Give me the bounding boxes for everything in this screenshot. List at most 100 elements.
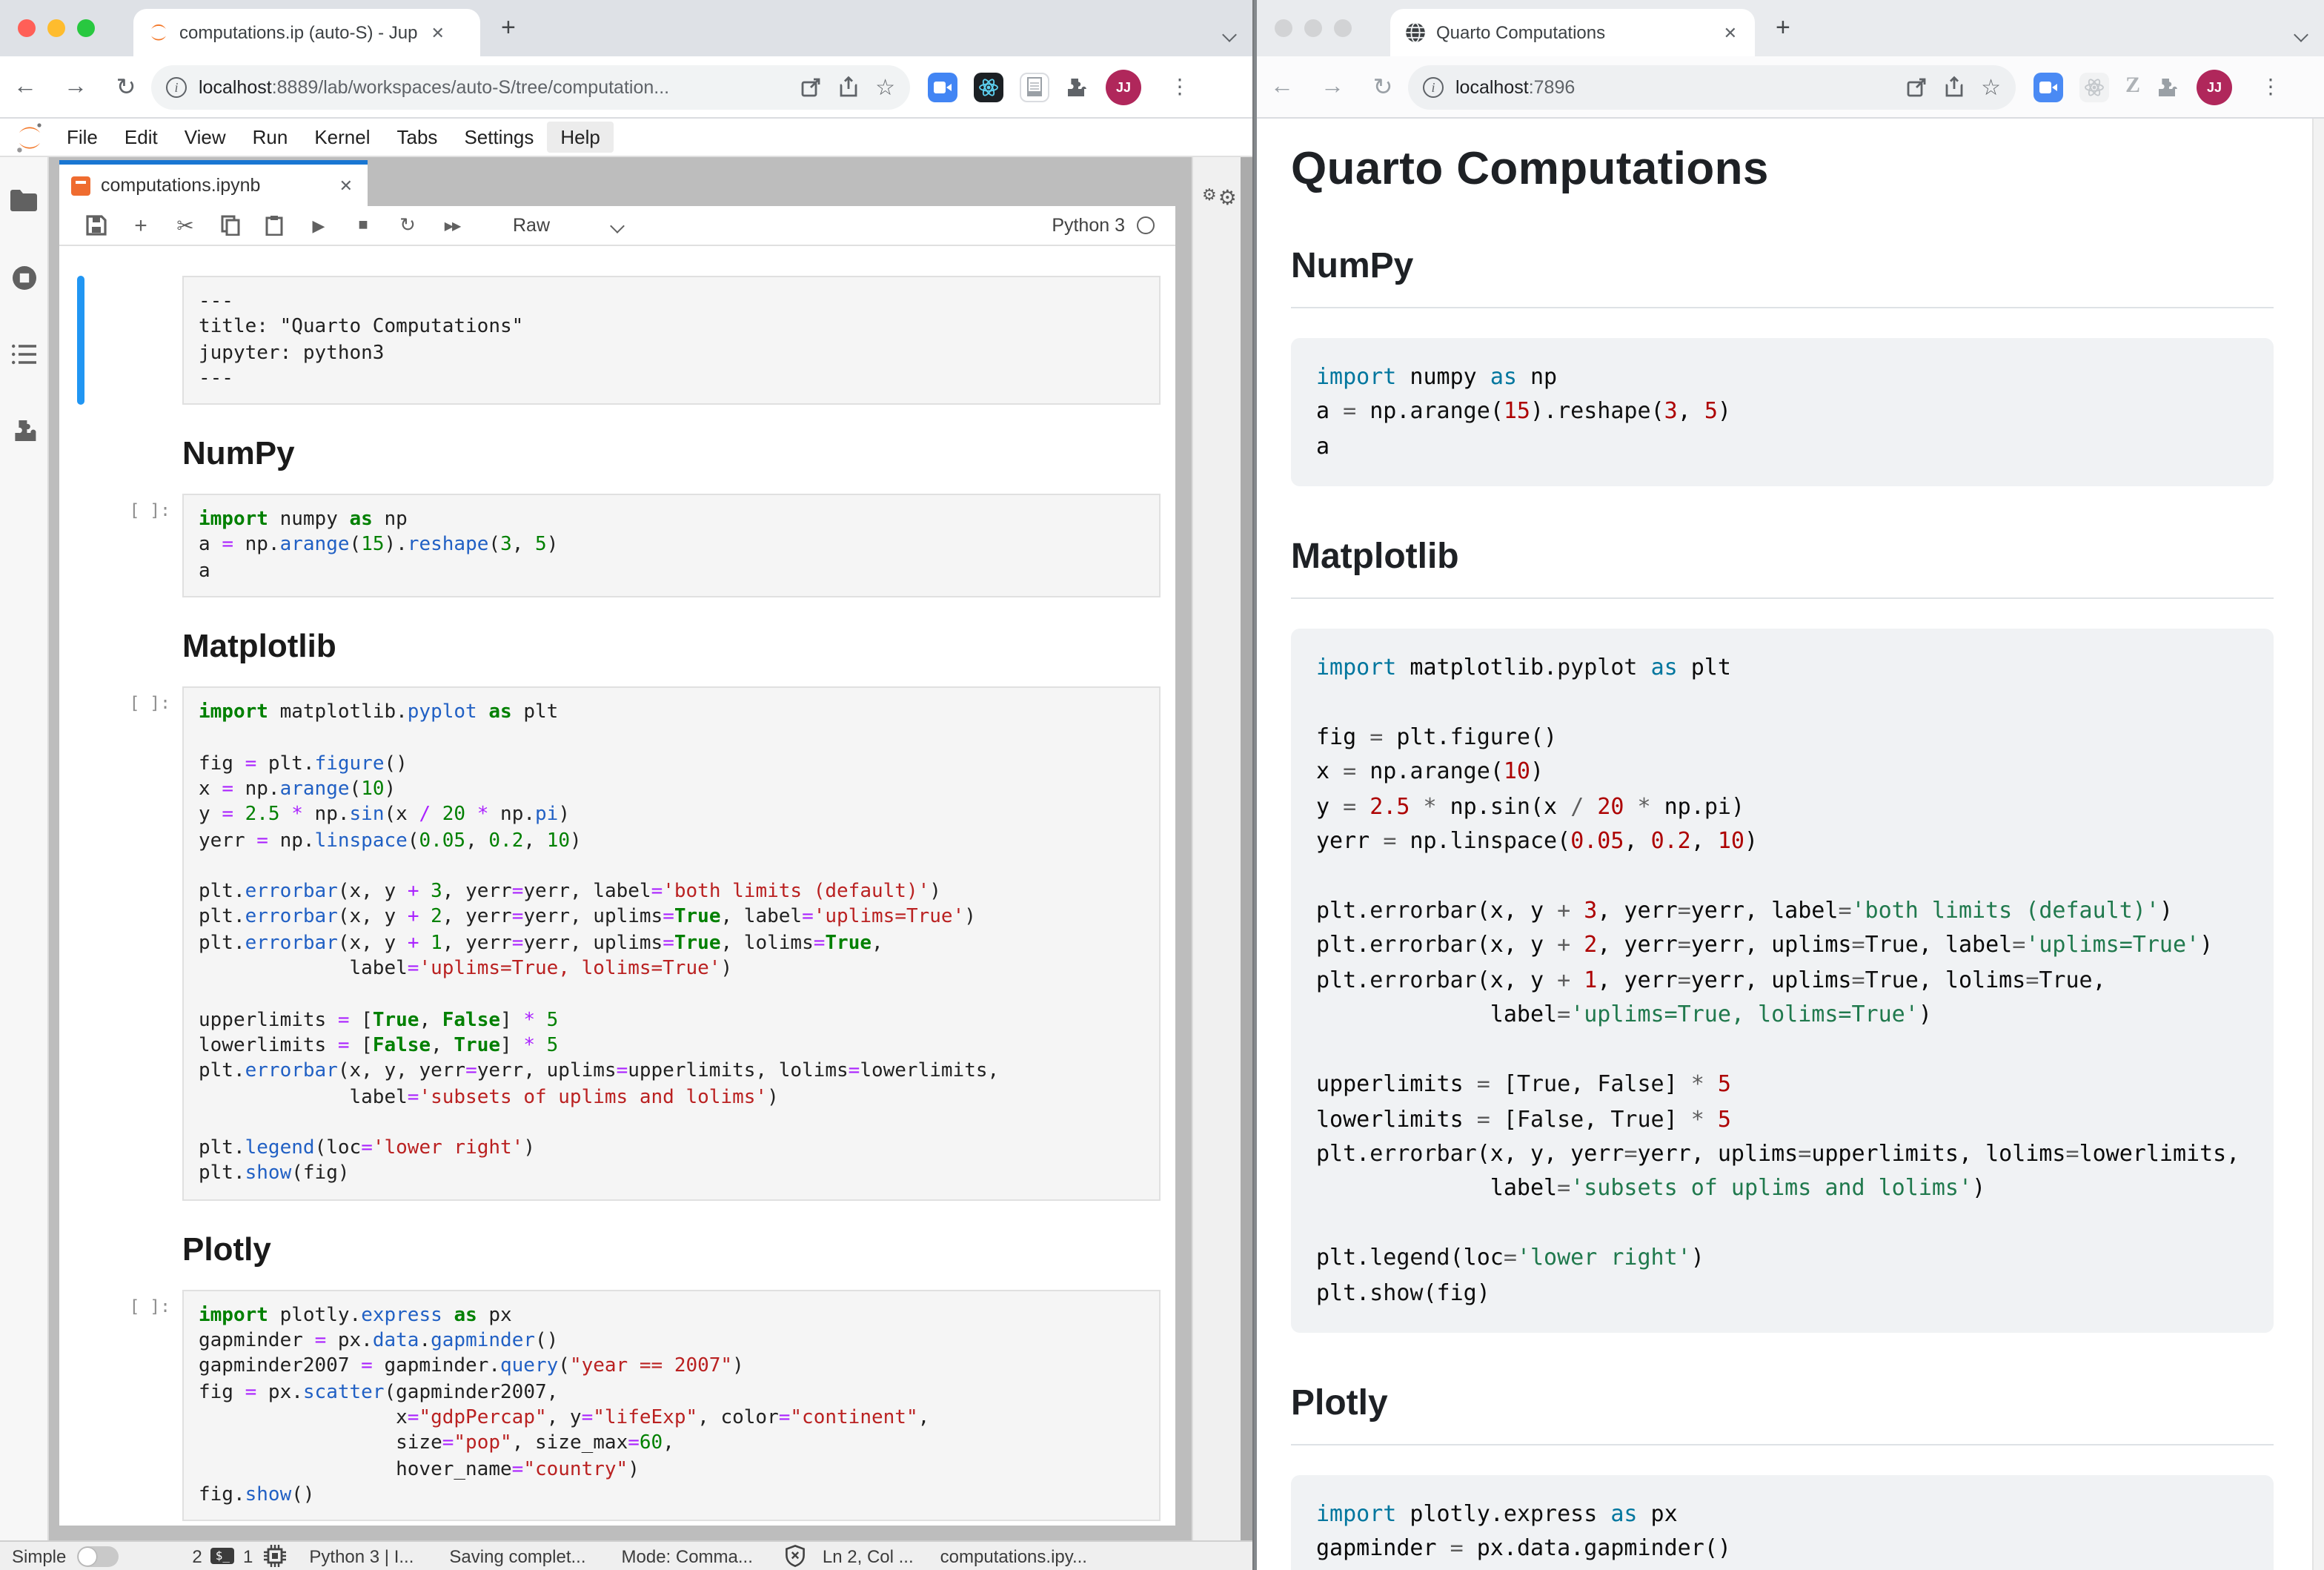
browser-menu-dots-icon[interactable]: ⋮ [2260, 74, 2281, 99]
numpy-cell-editor[interactable]: import numpy as npa = np.arange(15).resh… [182, 494, 1161, 597]
right-tab-strip: Quarto Computations ✕ + [1257, 0, 2324, 56]
menu-settings[interactable]: Settings [451, 122, 547, 153]
menu-edit[interactable]: Edit [111, 122, 171, 153]
browser-tab-jupyter[interactable]: computations.ip (auto-S) - Jup ✕ [133, 9, 480, 56]
menu-file[interactable]: File [53, 122, 111, 153]
restart-kernel-icon[interactable]: ↻ [385, 213, 430, 237]
saving-status[interactable]: Saving complet... [449, 1546, 585, 1566]
run-cell-icon[interactable]: ▶ [296, 216, 341, 235]
site-info-icon[interactable]: i [1423, 76, 1444, 97]
code-cell-plotly[interactable]: [ ]: import plotly.express as pxgapminde… [59, 1289, 1175, 1521]
reload-icon[interactable]: ↻ [101, 72, 151, 102]
cell-selection-bar [77, 276, 84, 405]
zoom-window-button[interactable] [77, 19, 95, 37]
extension-manager-icon[interactable] [11, 418, 36, 443]
profile-avatar[interactable]: JJ [2197, 69, 2232, 105]
table-of-contents-icon[interactable] [11, 344, 36, 365]
running-kernels-icon[interactable] [11, 265, 36, 291]
file-browser-icon[interactable] [10, 190, 37, 212]
document-extension-icon[interactable] [1020, 72, 1049, 102]
browser-tab-quarto[interactable]: Quarto Computations ✕ [1390, 9, 1755, 56]
menu-kernel[interactable]: Kernel [301, 122, 383, 153]
kernel-status-icon[interactable] [1137, 216, 1155, 234]
raw-cell-editor[interactable]: --- title: "Quarto Computations" jupyter… [182, 276, 1161, 405]
extensions-puzzle-icon[interactable] [1066, 75, 1089, 99]
raw-cell[interactable]: --- title: "Quarto Computations" jupyter… [59, 276, 1175, 405]
close-window-button[interactable] [1275, 19, 1292, 37]
close-tab-icon[interactable]: ✕ [1721, 23, 1740, 42]
markdown-heading-plotly[interactable]: Plotly [182, 1230, 1161, 1268]
code-cell-numpy[interactable]: [ ]: import numpy as npa = np.arange(15)… [59, 494, 1175, 597]
close-tab-icon[interactable]: ✕ [428, 23, 448, 42]
address-bar[interactable]: i localhost:8889/lab/workspaces/auto-S/t… [151, 64, 910, 109]
profile-avatar[interactable]: JJ [1106, 69, 1141, 105]
left-tab-strip: computations.ip (auto-S) - Jup ✕ + [0, 0, 1252, 56]
cut-cells-icon[interactable]: ✂ [163, 213, 208, 238]
reload-icon[interactable]: ↻ [1358, 72, 1408, 102]
kernel-status-text[interactable]: Python 3 | I... [309, 1546, 414, 1566]
video-call-extension-icon[interactable] [2034, 72, 2063, 102]
notebook-panel: + ✂ ▶ ■ ↻ ▶▶ Raw Python 3 [59, 206, 1175, 1526]
status-filename[interactable]: computations.ipy... [940, 1546, 1087, 1566]
kernel-name[interactable]: Python 3 [1052, 215, 1125, 236]
plotly-cell-editor[interactable]: import plotly.express as pxgapminder = p… [182, 1289, 1161, 1521]
code-cell-matplotlib[interactable]: [ ]: import matplotlib.pyplot as plt fig… [59, 686, 1175, 1200]
share-icon[interactable] [1944, 76, 1963, 98]
back-icon[interactable]: ← [0, 73, 50, 100]
paste-cells-icon[interactable] [252, 215, 296, 236]
kernel-count[interactable]: 1 [243, 1546, 253, 1566]
zoom-window-button[interactable] [1334, 19, 1352, 37]
address-bar[interactable]: i localhost:7896 ☆ [1408, 64, 2016, 109]
restart-run-all-icon[interactable]: ▶▶ [430, 219, 474, 232]
jupyter-status-bar: Simple 2 $_ 1 Python 3 | I... Saving com… [0, 1540, 1252, 1570]
open-in-new-icon[interactable] [1905, 76, 1926, 97]
kernel-chip-icon [263, 1545, 285, 1567]
forward-icon[interactable]: → [50, 73, 101, 100]
tab-search-chevron-icon[interactable] [1224, 21, 1235, 47]
minimize-window-button[interactable] [1304, 19, 1322, 37]
share-icon[interactable] [838, 76, 857, 98]
react-devtools-extension-icon[interactable] [974, 72, 1003, 102]
jupyter-favicon [148, 22, 169, 43]
close-notebook-tab-icon[interactable]: ✕ [336, 176, 356, 195]
trust-shield-icon[interactable] [786, 1545, 805, 1567]
copy-cells-icon[interactable] [208, 215, 252, 236]
interrupt-kernel-icon[interactable]: ■ [341, 216, 385, 234]
notebook-dock-tab[interactable]: computations.ipynb ✕ [59, 160, 368, 206]
cell-type-caret-icon[interactable] [612, 212, 622, 239]
add-cell-icon[interactable]: + [119, 213, 163, 238]
back-icon[interactable]: ← [1257, 73, 1307, 100]
url-text: localhost:8889/lab/workspaces/auto-S/tre… [199, 76, 669, 97]
markdown-heading-numpy[interactable]: NumPy [182, 434, 1161, 473]
menu-view[interactable]: View [171, 122, 239, 153]
bookmark-star-icon[interactable]: ☆ [1981, 73, 2001, 100]
forward-icon[interactable]: → [1307, 73, 1358, 100]
new-tab-button[interactable]: + [501, 13, 516, 43]
menu-help[interactable]: Help [547, 122, 614, 153]
property-inspector-gears-icon[interactable]: ⚙⚙ [1202, 181, 1237, 208]
extensions-puzzle-icon[interactable] [2157, 75, 2180, 99]
browser-menu-dots-icon[interactable]: ⋮ [1169, 74, 1190, 99]
traffic-lights [0, 19, 110, 37]
new-tab-button[interactable]: + [1776, 13, 1790, 43]
cell-type-dropdown[interactable]: Raw [513, 215, 550, 236]
cursor-position[interactable]: Ln 2, Col ... [823, 1546, 914, 1566]
react-devtools-extension-icon[interactable] [2079, 72, 2109, 102]
save-icon[interactable] [74, 215, 119, 236]
command-mode-status[interactable]: Mode: Comma... [622, 1546, 753, 1566]
tab-search-chevron-icon[interactable] [2296, 21, 2306, 47]
site-info-icon[interactable]: i [166, 76, 187, 97]
matplotlib-cell-editor[interactable]: import matplotlib.pyplot as plt fig = pl… [182, 686, 1161, 1200]
menu-run[interactable]: Run [239, 122, 302, 153]
markdown-heading-matplotlib[interactable]: Matplotlib [182, 627, 1161, 666]
minimize-window-button[interactable] [47, 19, 65, 37]
z-extension-icon[interactable]: Z [2125, 74, 2140, 99]
bookmark-star-icon[interactable]: ☆ [875, 73, 895, 100]
menu-tabs[interactable]: Tabs [384, 122, 451, 153]
close-window-button[interactable] [18, 19, 36, 37]
simple-mode-toggle[interactable] [76, 1546, 118, 1566]
open-in-new-icon[interactable] [800, 76, 820, 97]
video-call-extension-icon[interactable] [928, 72, 957, 102]
page-scrollbar[interactable] [2312, 119, 2324, 1570]
terminal-count[interactable]: 2 [192, 1546, 202, 1566]
